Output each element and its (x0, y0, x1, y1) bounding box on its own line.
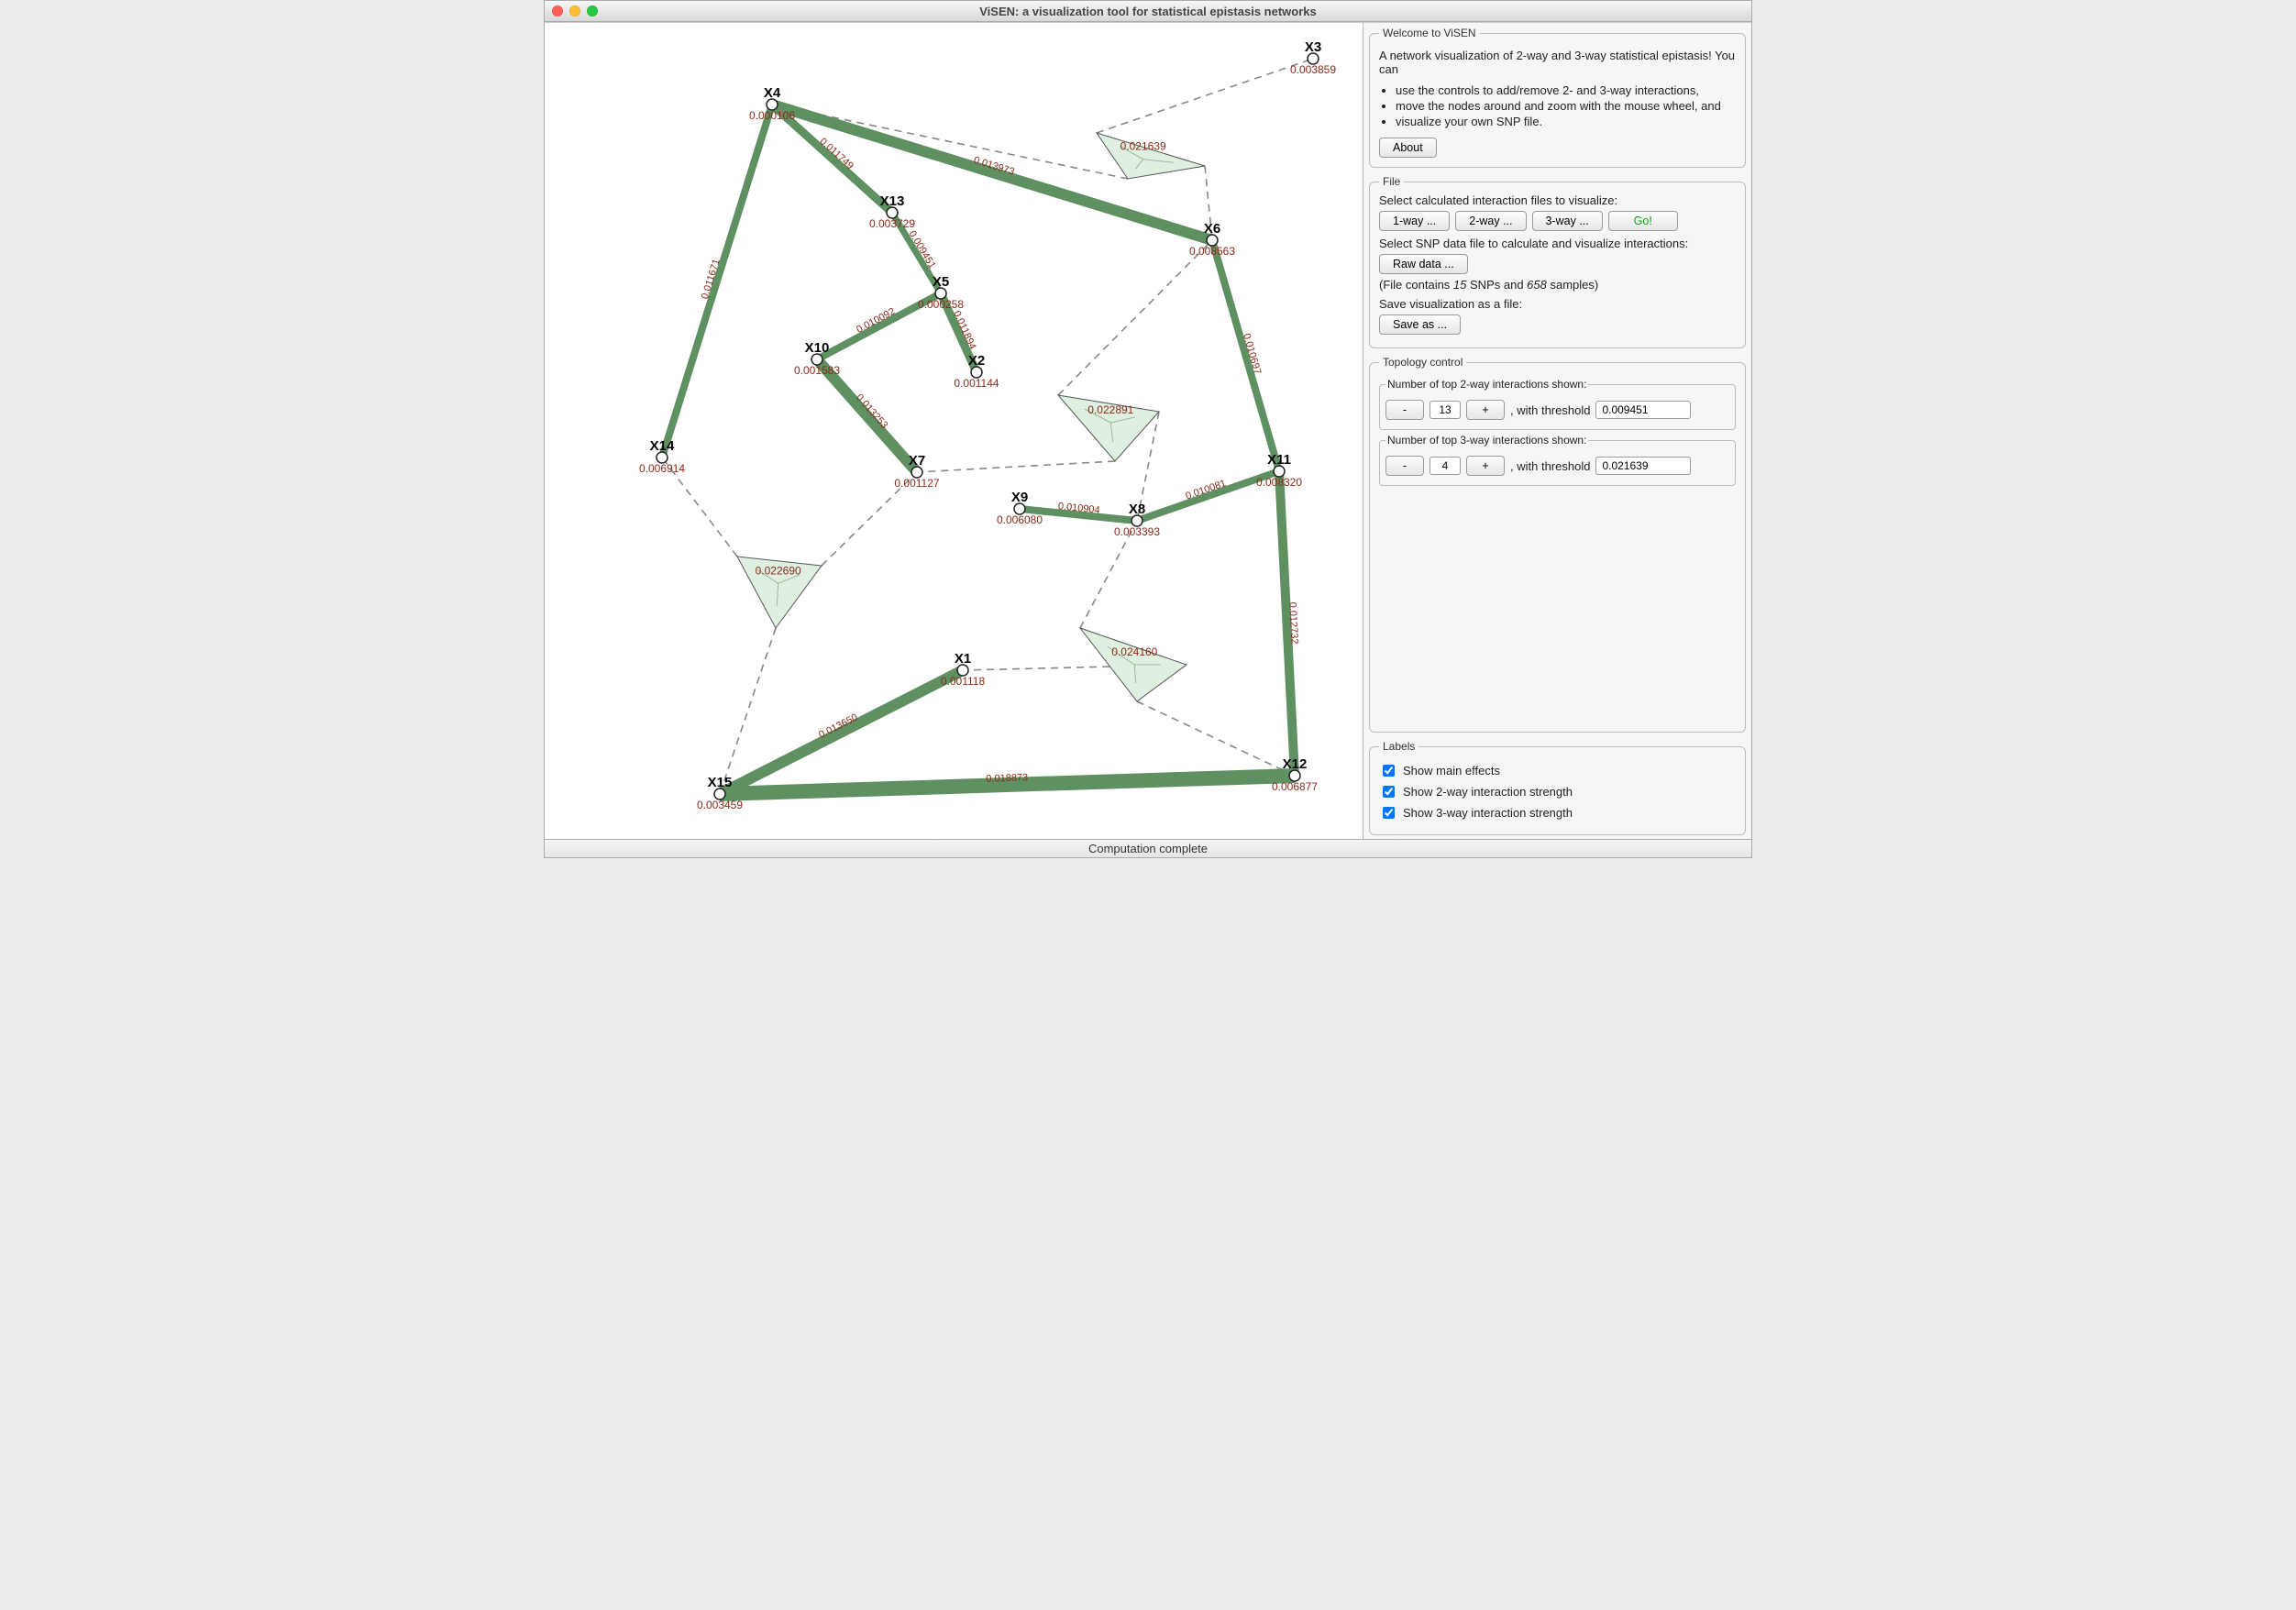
triangle-value: 0.022690 (756, 564, 801, 577)
three-way-button[interactable]: 3-way ... (1532, 211, 1603, 231)
three-way-count-input[interactable] (1429, 457, 1461, 475)
snp-count: 15 (1453, 278, 1466, 292)
node-value: 0.001118 (941, 675, 986, 688)
node-label: X3 (1305, 39, 1321, 55)
zoom-icon[interactable] (587, 6, 598, 17)
three-way-minus-button[interactable]: - (1385, 456, 1424, 476)
node-value: 0.001144 (954, 377, 999, 390)
node-value: 0.003459 (697, 799, 743, 811)
node-label: X5 (933, 274, 949, 290)
panel-welcome: Welcome to ViSEN A network visualization… (1369, 27, 1746, 168)
panel-topology-legend: Topology control (1379, 356, 1466, 369)
triangle-value: 0.024160 (1111, 645, 1157, 658)
sample-count: 658 (1527, 278, 1547, 292)
node-label: X10 (805, 340, 830, 356)
edge[interactable] (662, 105, 772, 458)
sidebar: Welcome to ViSEN A network visualization… (1363, 23, 1751, 839)
node-label: X1 (955, 651, 971, 667)
panel-topology: Topology control Number of top 2-way int… (1369, 356, 1746, 733)
panel-file: File Select calculated interaction files… (1369, 175, 1746, 348)
welcome-bullets: use the controls to add/remove 2- and 3-… (1396, 83, 1736, 128)
two-way-count-input[interactable] (1429, 401, 1461, 419)
checkbox-2way-strength-input[interactable] (1383, 786, 1395, 798)
node-value: 0.006877 (1272, 780, 1318, 793)
panel-labels-legend: Labels (1379, 740, 1418, 753)
panel-labels: Labels Show main effects Show 2-way inte… (1369, 740, 1746, 835)
three-way-threshold-input[interactable] (1595, 457, 1691, 475)
node-label: X8 (1129, 502, 1145, 517)
node-value: 0.003859 (1290, 63, 1336, 76)
network-canvas[interactable]: 0.0216390.0228910.0226900.0241600.011671… (545, 23, 1363, 839)
node-label: X12 (1283, 756, 1308, 772)
node-label: X11 (1267, 452, 1291, 468)
triangle[interactable] (1080, 628, 1187, 701)
node-value: 0.003393 (1114, 525, 1160, 538)
welcome-bullet: visualize your own SNP file. (1396, 115, 1736, 128)
node-value: 0.001583 (794, 364, 840, 377)
edge-value: 0.012732 (1286, 601, 1299, 644)
checkbox-2way-strength[interactable]: Show 2-way interaction strength (1379, 783, 1736, 800)
about-button[interactable]: About (1379, 138, 1437, 158)
node-label: X14 (650, 438, 675, 454)
welcome-intro: A network visualization of 2-way and 3-w… (1379, 49, 1736, 76)
welcome-bullet: use the controls to add/remove 2- and 3-… (1396, 83, 1736, 97)
node-value: 0.003729 (869, 217, 915, 230)
two-way-plus-button[interactable]: + (1466, 400, 1505, 420)
traffic-lights (552, 6, 598, 17)
go-button[interactable]: Go! (1608, 211, 1678, 231)
node-label: X6 (1204, 221, 1220, 237)
app-window: ViSEN: a visualization tool for statisti… (544, 0, 1752, 858)
node-value: 0.008563 (1189, 245, 1235, 258)
edge[interactable] (720, 670, 963, 794)
file-contains-text: (File contains 15 SNPs and 658 samples) (1379, 278, 1736, 292)
file-select-snp-label: Select SNP data file to calculate and vi… (1379, 237, 1736, 250)
node-label: X7 (909, 453, 925, 469)
triangle-value: 0.022891 (1087, 403, 1133, 416)
node-value: 0.000106 (749, 109, 795, 122)
node-label: X9 (1011, 490, 1028, 505)
window-title: ViSEN: a visualization tool for statisti… (552, 5, 1744, 18)
node-value: 0.006914 (639, 462, 685, 475)
with-threshold-label: , with threshold (1510, 403, 1590, 417)
node-label: X4 (764, 85, 781, 101)
two-way-button[interactable]: 2-way ... (1455, 211, 1526, 231)
node-label: X13 (880, 193, 905, 209)
edge-value: 0.018873 (986, 772, 1028, 784)
two-way-threshold-input[interactable] (1595, 401, 1691, 419)
node-label: X2 (968, 353, 985, 369)
save-as-button[interactable]: Save as ... (1379, 314, 1461, 335)
checkbox-main-effects-input[interactable] (1383, 765, 1395, 777)
raw-data-button[interactable]: Raw data ... (1379, 254, 1468, 274)
checkbox-main-effects[interactable]: Show main effects (1379, 762, 1736, 779)
panel-welcome-legend: Welcome to ViSEN (1379, 27, 1480, 39)
topology-2way-label: Number of top 2-way interactions shown: (1385, 378, 1588, 391)
node-label: X15 (708, 775, 733, 790)
triangle-value: 0.021639 (1120, 140, 1166, 153)
topology-3way-label: Number of top 3-way interactions shown: (1385, 434, 1588, 447)
titlebar: ViSEN: a visualization tool for statisti… (545, 1, 1751, 22)
status-bar: Computation complete (545, 839, 1751, 857)
checkbox-3way-strength[interactable]: Show 3-way interaction strength (1379, 804, 1736, 822)
file-save-label: Save visualization as a file: (1379, 297, 1736, 311)
one-way-button[interactable]: 1-way ... (1379, 211, 1450, 231)
status-text: Computation complete (1088, 842, 1208, 855)
edge[interactable] (1212, 240, 1279, 471)
panel-file-legend: File (1379, 175, 1404, 188)
with-threshold-label: , with threshold (1510, 459, 1590, 473)
node-value: 0.001127 (894, 477, 939, 490)
three-way-plus-button[interactable]: + (1466, 456, 1505, 476)
two-way-minus-button[interactable]: - (1385, 400, 1424, 420)
node-value: 0.000258 (918, 298, 964, 311)
close-icon[interactable] (552, 6, 563, 17)
welcome-bullet: move the nodes around and zoom with the … (1396, 99, 1736, 113)
file-select-calc-label: Select calculated interaction files to v… (1379, 193, 1736, 207)
minimize-icon[interactable] (569, 6, 580, 17)
node-value: 0.008320 (1256, 476, 1302, 489)
checkbox-3way-strength-input[interactable] (1383, 807, 1395, 819)
node-value: 0.006080 (997, 513, 1043, 526)
